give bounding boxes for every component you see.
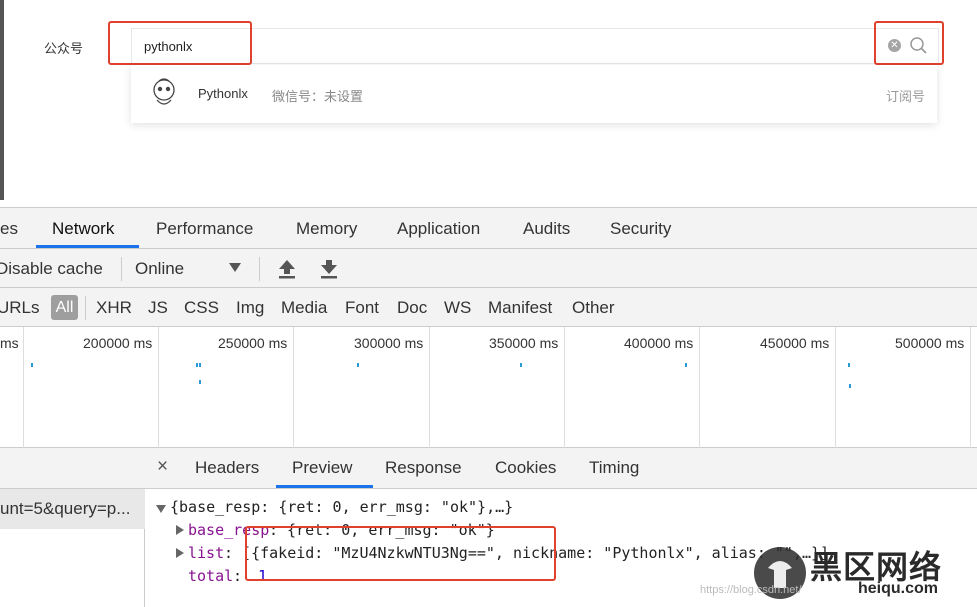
tab-headers[interactable]: Headers [195,458,259,478]
result-account-type: 订阅号 [885,90,925,105]
watermark-site: heiqu.com [858,580,939,597]
toolbar-divider [259,257,260,281]
timeline-gridline [699,327,700,448]
tab-timing[interactable]: Timing [589,458,639,478]
tab-performance[interactable]: Performance [156,219,253,239]
timeline-request-mark [199,363,201,367]
json-key-total: total [188,567,234,585]
json-colon: : [233,567,243,585]
timeline-request-mark [520,363,522,367]
timeline-request-mark [849,384,851,388]
account-label: 公众号 [44,42,84,57]
timeline-request-mark [848,363,850,367]
network-toolbar: Disable cache Online [0,249,977,288]
timeline-gridline [429,327,430,448]
request-list: unt=5&query=p... [0,448,145,607]
network-filter-bar: URLs All XHR JS CSS Img Media Font Doc W… [0,288,977,327]
export-har-icon[interactable] [318,257,340,281]
filter-xhr[interactable]: XHR [96,298,132,318]
filter-other[interactable]: Other [572,298,615,318]
timeline-gridline [158,327,159,448]
filter-all[interactable]: All [51,295,78,320]
tab-security[interactable]: Security [610,219,671,239]
timeline-gridline [835,327,836,448]
search-highlight-box [108,21,252,65]
disable-cache-checkbox[interactable]: Disable cache [0,259,103,279]
search-icons-highlight-box [874,21,944,65]
import-har-icon[interactable] [276,257,298,281]
toolbar-divider [121,257,122,281]
timeline-tick-label: 350000 ms [489,335,559,351]
timeline-tick-label: 450000 ms [760,335,830,351]
timeline-tick-label: ms [0,335,19,351]
account-search-input[interactable]: pythonlx ✕ [131,28,939,64]
tab-cookies[interactable]: Cookies [495,458,556,478]
filter-divider [85,296,86,320]
timeline-tick-label: 400000 ms [624,335,694,351]
request-row[interactable]: unt=5&query=p... [0,489,145,529]
tab-preview[interactable]: Preview [292,458,352,478]
timeline-request-mark [685,363,687,367]
timeline-gridline [293,327,294,448]
left-edge-bar [0,0,4,200]
filter-js[interactable]: JS [148,298,168,318]
timeline-tick-label: 250000 ms [218,335,288,351]
timeline-gridline [564,327,565,448]
timeline-request-mark [31,363,33,367]
filter-font[interactable]: Font [345,298,379,318]
request-list-header [0,448,145,489]
timeline-tick-label: 500000 ms [895,335,965,351]
json-root-line[interactable]: {base_resp: {ret: 0, err_msg: "ok"},…} [170,498,513,516]
filter-media[interactable]: Media [281,298,327,318]
request-url: unt=5&query=p... [0,499,131,518]
watermark-url: https://blog.csdn.net/ [700,584,802,596]
detail-tabbar: × Headers Preview Response Cookies Timin… [145,448,977,489]
timeline-request-mark [199,380,201,384]
collapse-triangle-icon[interactable] [176,525,184,535]
json-key-list[interactable]: list [188,544,224,562]
expand-triangle-icon[interactable] [156,505,166,513]
close-icon[interactable]: × [157,456,168,478]
timeline-tick-label: 200000 ms [83,335,153,351]
filter-ws[interactable]: WS [444,298,471,318]
account-avatar [153,78,175,105]
tab-sources[interactable]: es [0,219,18,239]
timeline-gridline [970,327,971,448]
filter-css[interactable]: CSS [184,298,219,318]
timeline-request-mark [357,363,359,367]
active-tab-indicator [36,245,139,248]
tab-network[interactable]: Network [52,219,114,239]
filter-img[interactable]: Img [236,298,264,318]
result-wechat-id: 微信号：未设置 [272,90,364,105]
result-account-name: Pythonlx [198,86,248,101]
active-detail-tab-indicator [276,485,373,488]
devtools-tabbar: es Network Performance Memory Applicatio… [0,208,977,249]
tab-application[interactable]: Application [397,219,480,239]
timeline-gridline [23,327,24,448]
timeline-request-mark [196,363,198,367]
filter-manifest[interactable]: Manifest [488,298,552,318]
network-timeline-overview[interactable]: ms 200000 ms 250000 ms 300000 ms 350000 … [0,327,977,448]
throttle-select[interactable]: Online [135,259,184,279]
collapse-triangle-icon[interactable] [176,548,184,558]
tab-response[interactable]: Response [385,458,462,478]
search-suggestion[interactable]: Pythonlx 微信号：未设置 订阅号 [131,65,937,123]
filter-doc[interactable]: Doc [397,298,427,318]
tab-memory[interactable]: Memory [296,219,357,239]
list-fakeid-highlight-box [245,526,556,581]
timeline-tick-label: 300000 ms [354,335,424,351]
filter-hide-data-urls[interactable]: URLs [0,298,40,318]
chevron-down-icon[interactable] [229,263,241,272]
wechat-search-panel: 公众号 pythonlx ✕ Pythonlx 微信号：未设置 订阅号 [0,0,977,207]
tab-audits[interactable]: Audits [523,219,570,239]
